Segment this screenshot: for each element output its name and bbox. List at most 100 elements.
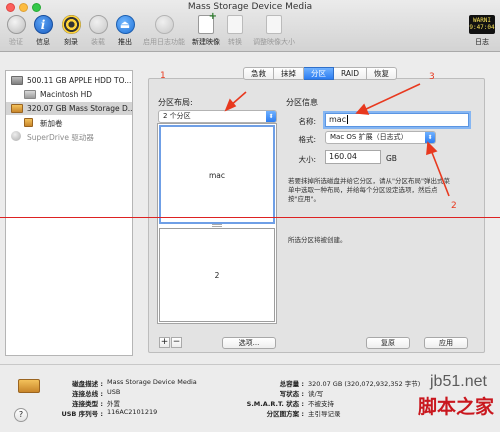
info-value: 不被支持 bbox=[308, 400, 334, 408]
partition-status-text: 所选分区将被创建。 bbox=[288, 236, 347, 244]
info-value: 外置 bbox=[107, 400, 120, 408]
sidebar-item-mass-storage[interactable]: 320.07 GB Mass Storage D... bbox=[6, 102, 132, 115]
resize-image-label: 调整映像大小 bbox=[253, 38, 295, 46]
partition-resize-handle[interactable] bbox=[212, 224, 222, 227]
info-label: 信息 bbox=[36, 38, 50, 46]
sidebar-item-label: Macintosh HD bbox=[40, 90, 93, 99]
enable-journaling-button[interactable]: 启用日志功能 bbox=[139, 15, 189, 51]
info-key: 连接总线 : bbox=[72, 390, 103, 398]
info-key: 分区图方案 : bbox=[266, 410, 304, 418]
sidebar-item-apple-hdd[interactable]: 500.11 GB APPLE HDD TO... bbox=[6, 74, 132, 87]
watermark-site: jb51.net bbox=[430, 373, 487, 390]
annotation-guide-line bbox=[0, 217, 500, 218]
info-button[interactable]: 信息 bbox=[31, 15, 55, 51]
external-disk-icon bbox=[18, 379, 40, 393]
verify-label: 验证 bbox=[9, 38, 23, 46]
annotation-1: 1 bbox=[160, 71, 166, 81]
resize-image-icon bbox=[266, 15, 282, 34]
journal-icon bbox=[154, 15, 174, 34]
format-label: 格式: bbox=[298, 135, 316, 144]
partition-block-label: 2 bbox=[214, 271, 220, 280]
partition-block-1[interactable]: mac bbox=[159, 125, 275, 224]
annotation-3: 3 bbox=[429, 72, 435, 82]
partition-layout-map: mac 2 bbox=[157, 123, 277, 324]
partition-format-select[interactable]: Mac OS 扩展（日志式） ⬍ bbox=[325, 131, 436, 144]
log-button[interactable]: WARNI 9:47:04 日志 bbox=[468, 15, 496, 51]
add-partition-button[interactable]: + bbox=[159, 337, 170, 348]
disk-utility-window: Mass Storage Device Media 验证 信息 刻录 装载 推出… bbox=[0, 0, 500, 432]
apply-button[interactable]: 应用 bbox=[424, 337, 468, 349]
log-label: 日志 bbox=[475, 38, 489, 46]
optical-drive-icon bbox=[11, 131, 21, 141]
info-icon bbox=[33, 15, 53, 34]
info-key: S.M.A.R.T. 状态 : bbox=[246, 400, 304, 408]
eject-label: 推出 bbox=[118, 38, 132, 46]
tab-partition[interactable]: 分区 bbox=[304, 67, 334, 80]
sidebar-item-label: 500.11 GB APPLE HDD TO... bbox=[27, 76, 132, 85]
info-key: 连接类型 : bbox=[72, 400, 103, 408]
watermark-brand: 脚本之家 bbox=[418, 397, 495, 418]
mount-label: 装载 bbox=[91, 38, 105, 46]
select-arrows-icon: ⬍ bbox=[266, 111, 276, 122]
partition-name-value: mac bbox=[329, 115, 347, 124]
hard-disk-icon bbox=[11, 76, 23, 85]
tab-erase[interactable]: 抹掉 bbox=[274, 67, 304, 80]
convert-icon bbox=[227, 15, 243, 34]
burn-button[interactable]: 刻录 bbox=[58, 15, 84, 51]
info-value: USB bbox=[107, 388, 121, 396]
info-value: 320.07 GB (320,072,932,352 字节) bbox=[308, 380, 421, 388]
revert-button[interactable]: 复原 bbox=[366, 337, 410, 349]
convert-label: 转换 bbox=[228, 38, 242, 46]
options-button[interactable]: 选项... bbox=[222, 337, 276, 349]
size-label: 大小: bbox=[298, 155, 316, 164]
log-icon-line-1: WARNI bbox=[472, 17, 492, 24]
partition-size-field[interactable]: 160.04 bbox=[325, 150, 381, 164]
convert-button[interactable]: 转换 bbox=[224, 15, 246, 51]
info-key: USB 序列号 : bbox=[61, 410, 103, 418]
select-arrows-icon: ⬍ bbox=[425, 132, 435, 143]
disk-sidebar: 500.11 GB APPLE HDD TO... Macintosh HD 3… bbox=[5, 70, 133, 356]
size-unit: GB bbox=[386, 154, 397, 163]
sidebar-item-superdrive[interactable]: SuperDrive 驱动器 bbox=[6, 130, 132, 143]
eject-button[interactable]: 推出 bbox=[113, 15, 137, 51]
new-image-label: 新建映像 bbox=[192, 38, 220, 46]
partition-layout-value: 2 个分区 bbox=[163, 112, 191, 120]
sidebar-item-label: SuperDrive 驱动器 bbox=[27, 133, 94, 142]
info-key: 写状态 : bbox=[279, 390, 304, 398]
tab-bar: 急救 抹掉 分区 RAID 恢复 bbox=[243, 67, 398, 80]
disk-info-bar: ? 磁盘描述 : Mass Storage Device Media 连接总线 … bbox=[0, 364, 500, 432]
mount-icon bbox=[88, 15, 108, 34]
partition-block-2[interactable]: 2 bbox=[159, 228, 275, 322]
info-value: 主引导记录 bbox=[308, 410, 341, 418]
volume-icon bbox=[24, 90, 36, 99]
partition-name-field[interactable]: mac bbox=[325, 113, 469, 127]
verify-button[interactable]: 验证 bbox=[4, 15, 28, 51]
partition-info-heading: 分区信息 bbox=[286, 98, 318, 107]
remove-partition-button[interactable]: − bbox=[171, 337, 182, 348]
info-value: 116AC2101219 bbox=[107, 408, 158, 416]
help-button[interactable]: ? bbox=[14, 408, 28, 422]
sidebar-item-macintosh-hd[interactable]: Macintosh HD bbox=[6, 88, 132, 101]
tab-first-aid[interactable]: 急救 bbox=[243, 67, 274, 80]
info-key: 总容量 : bbox=[279, 380, 304, 388]
annotation-2: 2 bbox=[451, 201, 457, 211]
microscope-icon bbox=[6, 15, 26, 34]
sidebar-item-label: 320.07 GB Mass Storage D... bbox=[27, 104, 132, 113]
mount-button[interactable]: 装载 bbox=[86, 15, 110, 51]
external-disk-icon bbox=[11, 104, 23, 113]
log-icon-line-2: 9:47:04 bbox=[469, 24, 495, 31]
journal-label: 启用日志功能 bbox=[143, 38, 185, 46]
partition-layout-select[interactable]: 2 个分区 ⬍ bbox=[158, 110, 277, 123]
help-line: 若要抹掉所选磁盘并给它分区，请从"分区布局"弹出式菜 bbox=[288, 177, 450, 185]
new-image-button[interactable]: 新建映像 bbox=[191, 11, 221, 51]
partition-help-text: 若要抹掉所选磁盘并给它分区，请从"分区布局"弹出式菜 单中选取一种布局，并给每个… bbox=[288, 177, 450, 204]
sidebar-item-new-volume[interactable]: 新加卷 bbox=[6, 116, 132, 129]
resize-image-button[interactable]: 调整映像大小 bbox=[249, 15, 299, 51]
volume-icon bbox=[24, 118, 33, 127]
toolbar: Mass Storage Device Media 验证 信息 刻录 装载 推出… bbox=[0, 0, 500, 52]
info-value: Mass Storage Device Media bbox=[107, 378, 197, 386]
partition-format-value: Mac OS 扩展（日志式） bbox=[330, 133, 408, 141]
tab-restore[interactable]: 恢复 bbox=[367, 67, 398, 80]
tab-raid[interactable]: RAID bbox=[334, 67, 368, 80]
burn-label: 刻录 bbox=[64, 38, 78, 46]
